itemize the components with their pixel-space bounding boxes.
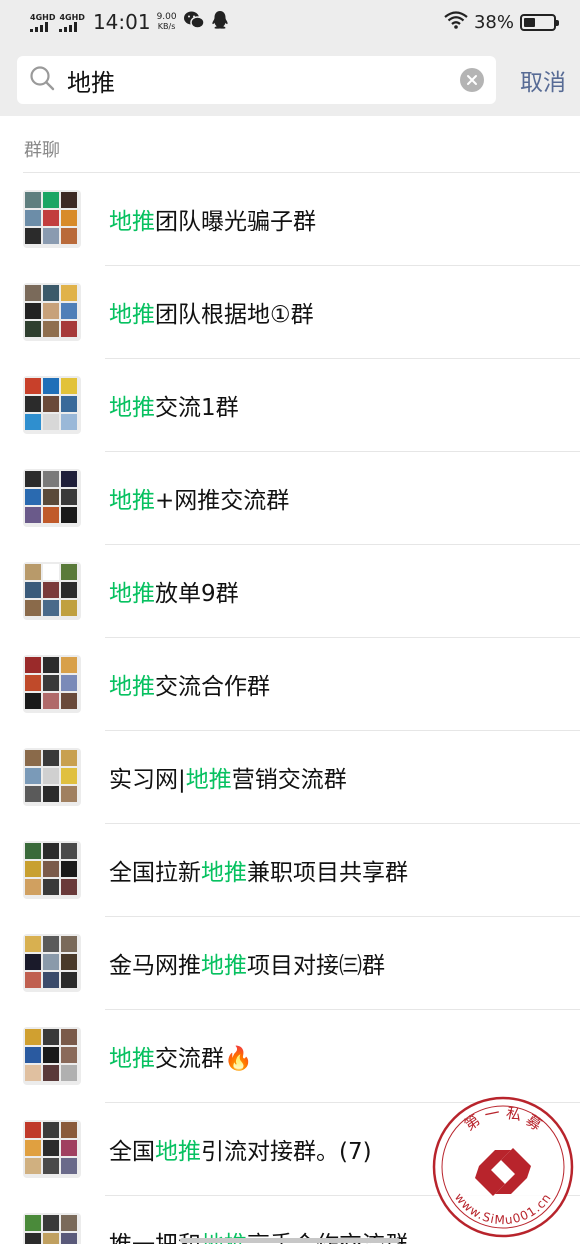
- group-name-highlight: 地推: [109, 208, 155, 235]
- home-indicator[interactable]: [180, 1238, 400, 1243]
- speed-value: 9.00: [156, 12, 177, 22]
- clock: 14:01: [92, 10, 151, 34]
- battery-icon: [520, 13, 559, 31]
- group-name-highlight: 地推: [109, 1045, 155, 1072]
- group-name-suffix: +网推交流群: [155, 487, 290, 514]
- group-name-suffix: 兼职项目共享群: [247, 859, 408, 886]
- group-name: 地推交流1群: [109, 388, 239, 422]
- group-name-highlight: 地推: [109, 394, 155, 421]
- qq-icon: [211, 10, 229, 34]
- group-chat-row[interactable]: 地推+网推交流群: [0, 451, 580, 544]
- group-avatar: [23, 654, 81, 713]
- clear-icon[interactable]: [460, 68, 484, 92]
- group-name: 全国拉新地推兼职项目共享群: [109, 853, 408, 887]
- group-name: 金马网推地推项目对接㈢群: [109, 946, 385, 980]
- group-name-highlight: 地推: [109, 673, 155, 700]
- group-avatar: [23, 282, 81, 341]
- group-name-highlight: 地推: [109, 301, 155, 328]
- group-name-highlight: 地推: [109, 487, 155, 514]
- network-speed: 9.00 KB/s: [157, 12, 177, 32]
- group-name-highlight: 地推: [109, 580, 155, 607]
- group-name: 全国地推引流对接群。(7): [109, 1132, 372, 1166]
- group-name: 地推团队根据地①群: [109, 295, 314, 329]
- group-name: 地推团队曝光骗子群: [109, 202, 316, 236]
- group-avatar: [23, 1026, 81, 1085]
- group-chat-row[interactable]: 地推团队根据地①群: [0, 265, 580, 358]
- signal-icon: [59, 21, 78, 32]
- watermark-seal: 第 一 私 募 www.SiMu001.cn: [432, 1096, 574, 1238]
- group-name-suffix: 团队曝光骗子群: [155, 208, 316, 235]
- network-type-2: 4GHD: [59, 12, 85, 22]
- search-icon: [29, 65, 55, 95]
- group-name-highlight: 地推: [185, 766, 232, 793]
- search-input[interactable]: 地推: [17, 56, 496, 104]
- cancel-button[interactable]: 取消: [520, 63, 566, 97]
- group-name-highlight: 地推: [155, 1138, 201, 1165]
- group-chat-row[interactable]: 地推团队曝光骗子群: [0, 172, 580, 265]
- group-avatar: [23, 747, 81, 806]
- group-name: 地推交流合作群: [109, 667, 270, 701]
- signal-icon: [30, 21, 48, 32]
- group-name-prefix: 实习网|: [109, 766, 186, 793]
- battery-level: [524, 17, 535, 27]
- group-name-suffix: 交流1群: [155, 394, 239, 421]
- group-name-suffix: 团队根据地①群: [155, 301, 314, 328]
- group-name-suffix: 交流合作群: [155, 673, 270, 700]
- section-label-group-chats: 群聊: [24, 140, 60, 161]
- group-chat-row[interactable]: 全国拉新地推兼职项目共享群: [0, 823, 580, 916]
- group-avatar: [23, 933, 81, 992]
- group-chat-row[interactable]: 实习网|地推营销交流群: [0, 730, 580, 823]
- group-avatar: [23, 1119, 81, 1178]
- group-avatar: [23, 189, 81, 248]
- group-name: 地推+网推交流群: [109, 481, 289, 515]
- search-header: 地推 取消: [0, 44, 580, 116]
- group-chat-row[interactable]: 地推交流1群: [0, 358, 580, 451]
- group-name-suffix: 交流群🔥: [155, 1045, 253, 1072]
- search-query[interactable]: 地推: [67, 63, 460, 98]
- group-name-prefix: 全国: [109, 1138, 155, 1165]
- signal-2: 4GHD: [59, 12, 85, 32]
- group-name: 实习网|地推营销交流群: [109, 760, 347, 794]
- group-name-suffix: 营销交流群: [231, 766, 347, 793]
- group-avatar: [23, 840, 81, 899]
- group-name-suffix: 引流对接群。(7): [201, 1138, 372, 1165]
- battery-percent: 38%: [473, 11, 514, 33]
- group-chat-row[interactable]: 地推放单9群: [0, 544, 580, 637]
- speed-unit: KB/s: [157, 22, 176, 31]
- group-name-suffix: 项目对接㈢群: [247, 952, 385, 979]
- status-bar: 4GHD 4GHD 14:01 9.00 KB/s 38%: [0, 0, 580, 44]
- group-name: 地推放单9群: [109, 574, 239, 608]
- search-results-list: 地推团队曝光骗子群 地推团队根据地①群 地推交流1群 地推+网推交流群 地推放单9群 地推…: [0, 172, 580, 1244]
- wifi-icon: [444, 11, 468, 33]
- group-chat-row[interactable]: 地推交流群🔥: [0, 1009, 580, 1102]
- group-name-highlight: 地推: [201, 952, 247, 979]
- group-name-prefix: 全国拉新: [109, 859, 201, 886]
- group-avatar: [23, 375, 81, 434]
- group-name-highlight: 地推: [201, 859, 247, 886]
- wechat-icon: [183, 10, 205, 34]
- group-chat-row[interactable]: 金马网推地推项目对接㈢群: [0, 916, 580, 1009]
- group-avatar: [23, 468, 81, 527]
- network-type-1: 4GHD: [30, 12, 56, 22]
- group-avatar: [23, 561, 81, 620]
- group-chat-row[interactable]: 地推交流合作群: [0, 637, 580, 730]
- group-name: 地推交流群🔥: [109, 1039, 253, 1073]
- group-avatar: [23, 1212, 81, 1244]
- signal-1: 4GHD: [30, 13, 55, 32]
- status-right: 38%: [444, 11, 559, 33]
- group-name-prefix: 金马网推: [109, 952, 201, 979]
- group-name-suffix: 放单9群: [155, 580, 239, 607]
